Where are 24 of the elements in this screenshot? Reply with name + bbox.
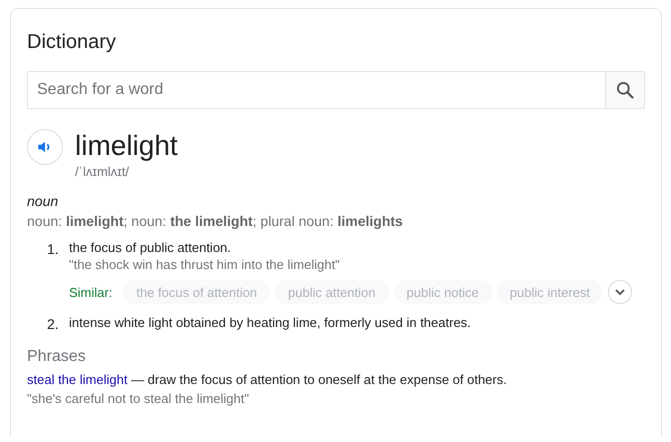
part-of-speech: noun [27, 193, 60, 209]
expand-button[interactable] [608, 280, 632, 304]
definition: the focus of public attention. [69, 239, 232, 257]
phrases-heading: Phrases [27, 348, 87, 366]
pronounce-button[interactable] [27, 129, 63, 165]
example-quote: "the shock win has thrust him into the limelight" [69, 257, 341, 272]
word-forms: noun: limelight; noun: the limelight; plural noun: limelights [27, 213, 404, 229]
definition: intense white light obtained by heating lime, formerly used in theatres. [69, 314, 471, 332]
synonym-chip[interactable]: public attention [275, 280, 388, 304]
synonym-chip[interactable]: the focus of attention [123, 280, 270, 304]
example-quote: "she's careful not to steal the limelight" [27, 391, 250, 406]
synonym-chip[interactable]: public interest [496, 280, 603, 304]
similar-label: Similar: [69, 284, 112, 300]
card-title: Dictionary [27, 31, 117, 54]
search-field[interactable]: Search for a word [27, 71, 605, 109]
headword: limelight [75, 129, 178, 163]
synonym-chip[interactable]: public notice [394, 280, 492, 304]
sense-number: 1. [47, 240, 60, 259]
pronunciation: /ˈlʌɪmlʌɪt/ [75, 164, 130, 179]
phrase-definition: steal the limelight — draw the focus of attention to oneself at the expense of others. [27, 372, 508, 387]
search-button[interactable] [605, 71, 645, 109]
search-icon [615, 80, 635, 100]
sense-number: 2. [47, 315, 60, 332]
phrase-link[interactable]: steal the limelight [27, 372, 128, 387]
